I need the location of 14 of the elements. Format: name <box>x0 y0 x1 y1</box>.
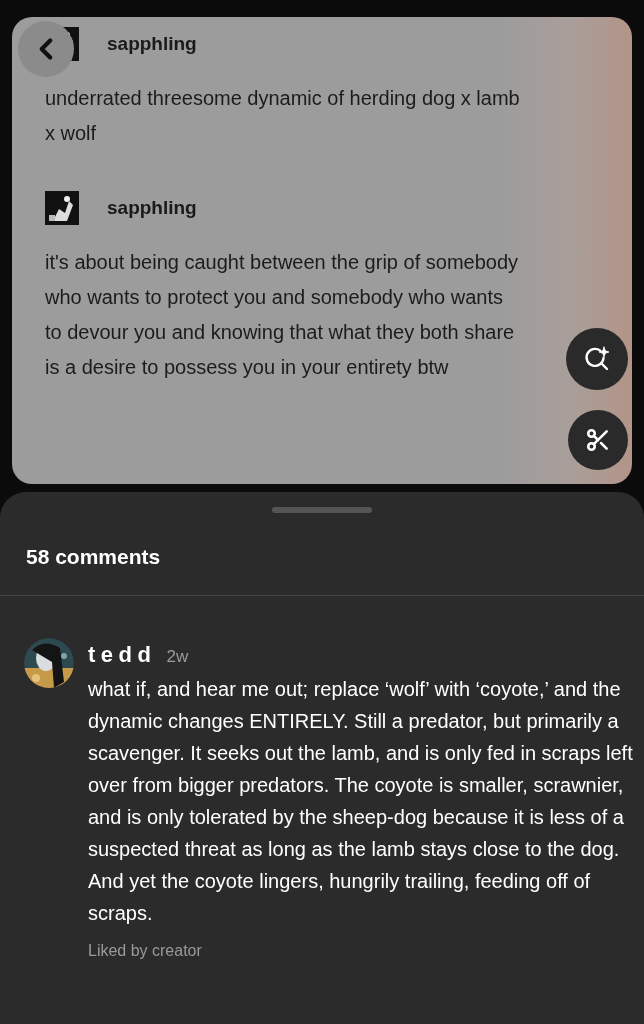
drag-handle[interactable] <box>272 507 372 513</box>
comment-author[interactable]: tedd <box>88 637 157 671</box>
comment-time: 2w <box>166 645 189 668</box>
comments-count: 58 comments <box>26 544 162 570</box>
visual-search-icon <box>583 345 611 373</box>
post-text: underrated threesome dynamic of herding dog x lamb x wolf <box>45 86 521 146</box>
comment-text: what if, and hear me out; replace ‘wolf’ with ‘coyote,’ and the dynamic changes ENTIRELY. Still a predator, but primarily a scavenger. It seeks out the lamb, and is only fed in scraps left over from bigger predators. The coyote is smaller, scrawnier, and is only tolerated by the sheep-dog because it is less of a suspected threat as long as the lamb stays close to the dog. And yet the coyote lingers, hungrily trailing, feeding off of scraps. <box>88 676 634 926</box>
post-text: it's about being caught between the grip of somebody who wants to protect you and somebody who wants to devour you and knowing that what they both share is a desire to possess you in your entirety btw <box>45 250 520 380</box>
liked-by-label: Liked by creator <box>88 940 203 961</box>
username: sapphling <box>107 195 197 220</box>
scissors-icon <box>585 427 611 453</box>
back-button[interactable] <box>18 21 74 77</box>
scissors-button[interactable] <box>568 410 628 470</box>
username: sapphling <box>107 31 197 56</box>
